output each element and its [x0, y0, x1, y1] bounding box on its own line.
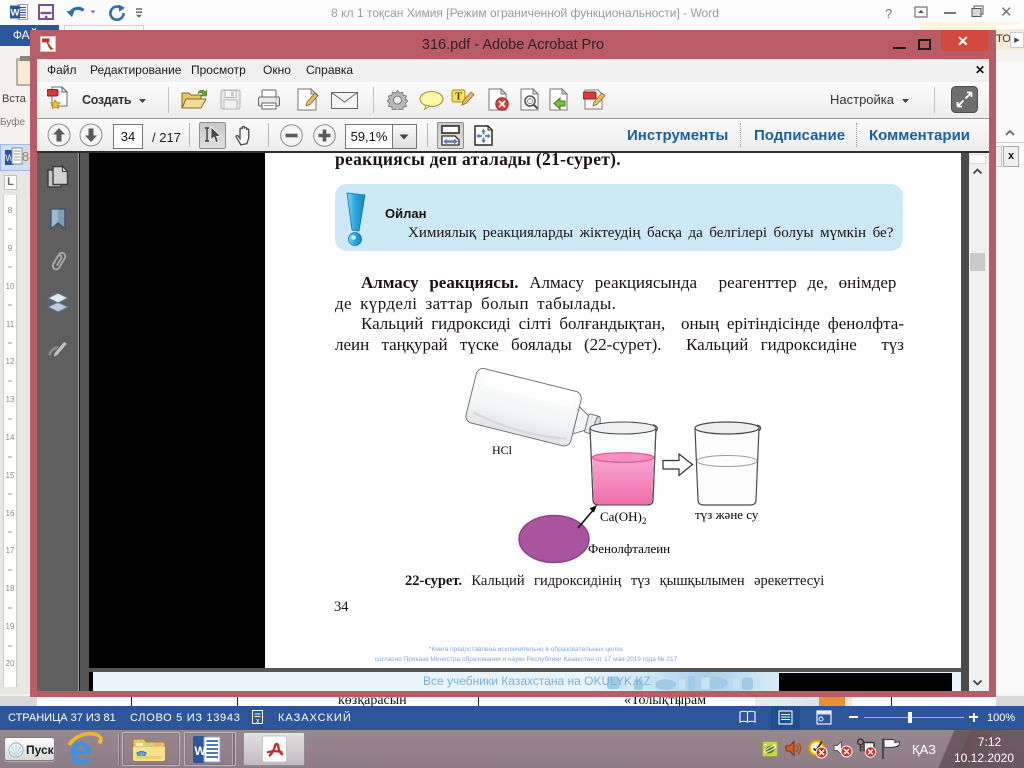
svg-text:T: T	[455, 92, 462, 103]
svg-text:W: W	[194, 744, 206, 758]
svg-text:11: 11	[6, 320, 15, 329]
svg-text:Фенолфталеин: Фенолфталеин	[588, 541, 670, 556]
svg-text:W: W	[11, 8, 20, 19]
svg-text:x: x	[256, 718, 260, 725]
svg-text:18: 18	[6, 584, 15, 593]
svg-text:HCl: HCl	[492, 443, 513, 457]
svg-text:14: 14	[6, 433, 15, 442]
svg-text:Ca(OH)2: Ca(OH)2	[600, 509, 646, 526]
svg-text:9: 9	[8, 244, 13, 253]
svg-text:15: 15	[6, 471, 15, 480]
svg-text:10: 10	[6, 282, 15, 291]
svg-text:12: 12	[6, 357, 15, 366]
svg-text:16: 16	[6, 509, 15, 518]
svg-text:19: 19	[6, 622, 15, 631]
svg-text:13: 13	[6, 395, 15, 404]
svg-text:20: 20	[6, 659, 15, 668]
svg-text:8: 8	[8, 206, 13, 215]
svg-text:түз және су: түз және су	[695, 507, 759, 522]
svg-text:17: 17	[6, 546, 15, 555]
